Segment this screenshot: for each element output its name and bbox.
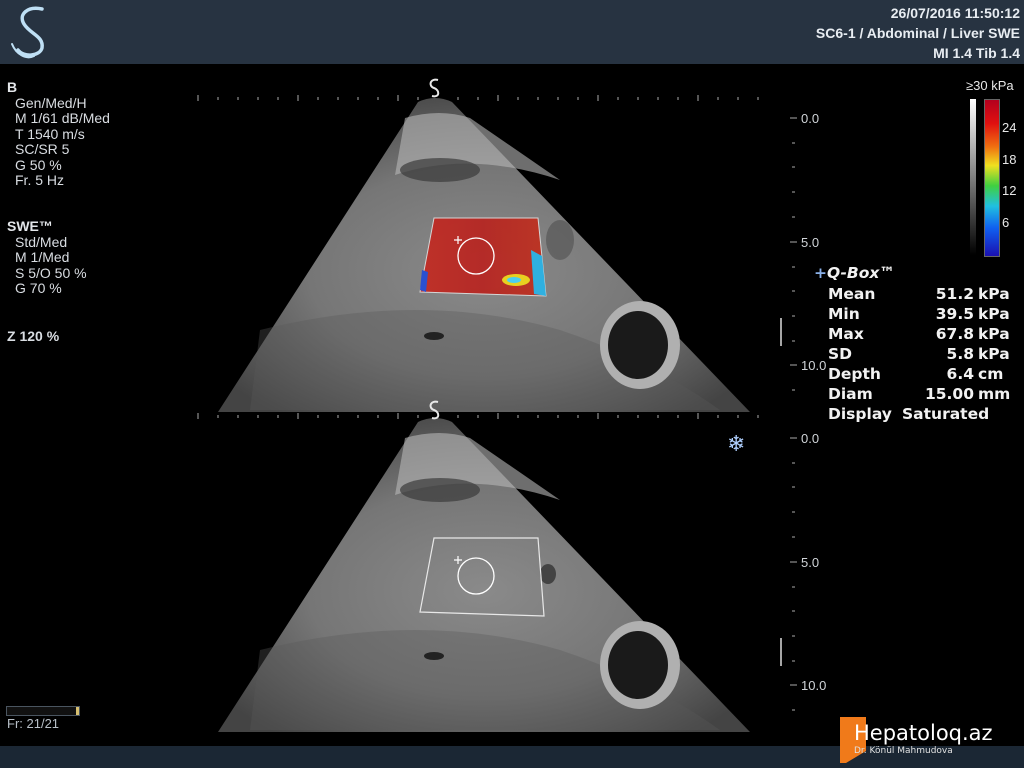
b-mode-params: B Gen/Med/H M 1/61 dB/Med T 1540 m/s SC/… — [7, 79, 110, 189]
snowflake-icon: ❄ — [727, 432, 746, 457]
b-param: SC/SR 5 — [15, 141, 70, 157]
qbox-unit: kPa — [978, 285, 1010, 303]
qbox-unit: cm — [978, 365, 1004, 383]
qbox-row-display: Display Saturated — [814, 404, 1014, 424]
swe-param: Std/Med — [15, 233, 68, 250]
qbox-label: Min — [828, 305, 860, 323]
qbox-label: Max — [828, 325, 864, 343]
depth-ruler-bottom — [780, 437, 797, 711]
qbox-unit: kPa — [978, 325, 1010, 343]
qbox-title-text: Q-Box™ — [827, 264, 895, 282]
watermark-brand: Hepatoloq.az — [854, 721, 993, 745]
top-sector-image — [218, 98, 750, 412]
depth-label: 0.0 — [801, 111, 820, 126]
orientation-marker-top-icon — [429, 78, 440, 98]
watermark-author: Dr. Könül Mahmudova — [854, 746, 953, 756]
qbox-value: 5.8 — [946, 345, 974, 363]
qbox-plus-icon: + — [814, 264, 827, 282]
colorbar-tick: 12 — [1002, 183, 1017, 198]
colorbar-unit: ≥30 kPa — [966, 78, 1014, 93]
depth-label: 5.0 — [801, 235, 820, 250]
swe-title: SWE™ — [7, 218, 53, 234]
qbox-label: Display — [828, 405, 892, 423]
qbox-row-mean: Mean 51.2 kPa — [814, 284, 1014, 304]
qbox-measurements: +Q-Box™ Mean 51.2 kPa Min 39.5 kPa Max 67.8 kP… — [814, 264, 1014, 424]
swe-param: M 1/Med — [15, 249, 70, 265]
lateral-ruler-top — [197, 95, 759, 101]
lateral-ruler-bottom — [197, 413, 759, 419]
b-param: M 1/61 dB/Med — [15, 110, 110, 126]
b-param: Gen/Med/H — [15, 94, 87, 111]
depth-label: 5.0 — [801, 555, 820, 570]
qbox-value: 51.2 — [935, 285, 974, 303]
zoom-level: Z 120 % — [7, 328, 60, 344]
qbox-unit — [974, 404, 978, 424]
qbox-label: Depth — [828, 365, 881, 383]
depth-label: 0.0 — [801, 431, 820, 446]
watermark-logo: Hepatoloq.az Dr. Könül Mahmudova — [840, 717, 1020, 763]
qbox-value: Saturated — [902, 405, 990, 423]
b-param: Fr. 5 Hz — [15, 172, 65, 188]
cine-progress-bar[interactable] — [6, 706, 80, 716]
qbox-row-max: Max 67.8 kPa — [814, 324, 1014, 344]
qbox-value: 15.00 — [924, 385, 974, 403]
grey-scale-bar — [970, 99, 976, 255]
frame-counter: Fr: 21/21 — [7, 716, 60, 731]
b-param: G 50 % — [15, 156, 62, 173]
qbox-value: 67.8 — [935, 325, 974, 343]
elasticity-colorbar — [984, 99, 1000, 257]
qbox-title: +Q-Box™ — [814, 264, 1014, 282]
qbox-unit: kPa — [978, 305, 1010, 323]
b-param: T 1540 m/s — [15, 125, 85, 142]
colorbar-tick: 18 — [1002, 152, 1017, 167]
qbox-label: SD — [828, 345, 853, 363]
qbox-label: Mean — [828, 285, 876, 303]
cine-progress-fill — [76, 707, 79, 715]
qbox-unit: mm — [978, 385, 1011, 403]
swe-param: S 5/O 50 % — [15, 264, 87, 281]
qbox-row-diam: Diam 15.00 mm — [814, 384, 1014, 404]
qbox-value: 39.5 — [935, 305, 974, 323]
qbox-value: 6.4 — [946, 365, 974, 383]
b-mode-title: B — [7, 79, 18, 95]
qbox-unit: kPa — [978, 345, 1010, 363]
qbox-row-min: Min 39.5 kPa — [814, 304, 1014, 324]
qbox-row-sd: SD 5.8 kPa — [814, 344, 1014, 364]
swe-params: SWE™ Std/Med M 1/Med S 5/O 50 % G 70 % — [7, 218, 87, 297]
qbox-label: Diam — [828, 385, 873, 403]
colorbar-tick: 24 — [1002, 120, 1017, 135]
depth-label: 10.0 — [801, 678, 827, 693]
swe-param: G 70 % — [15, 280, 62, 296]
depth-ruler-top — [780, 117, 797, 391]
bottom-sector-image — [218, 418, 750, 732]
colorbar-tick: 6 — [1002, 215, 1010, 230]
qbox-row-depth: Depth 6.4 cm — [814, 364, 1014, 384]
